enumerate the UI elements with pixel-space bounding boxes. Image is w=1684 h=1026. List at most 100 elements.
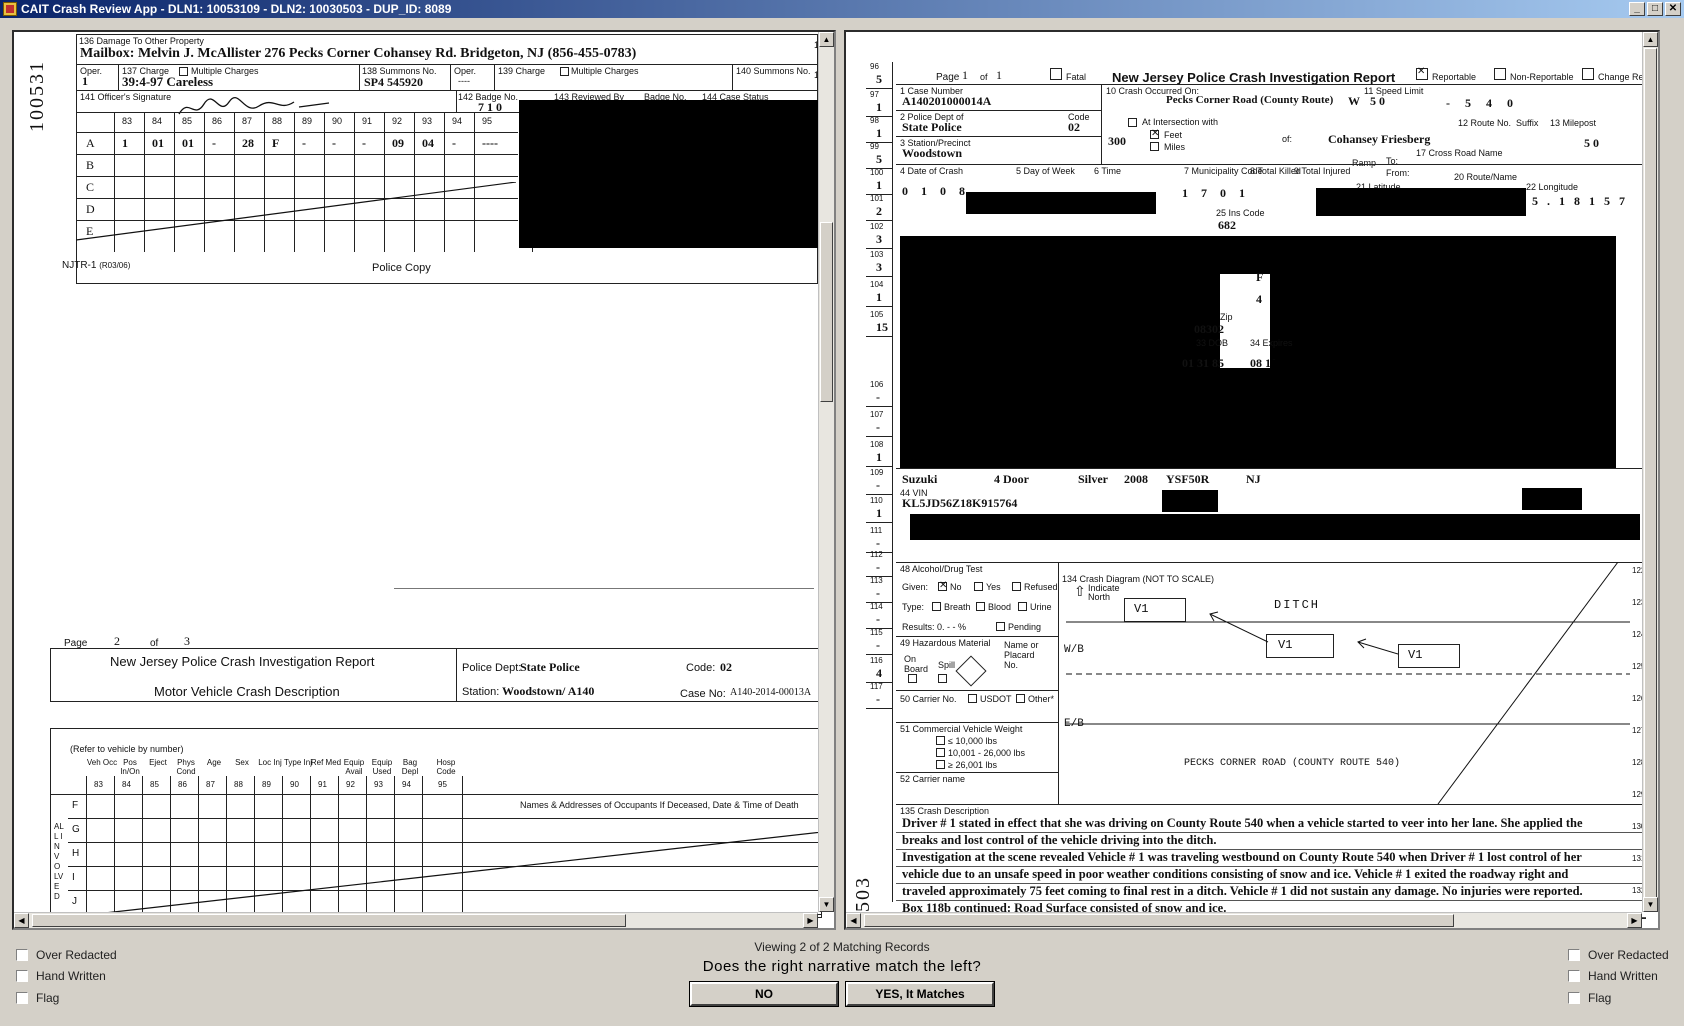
scroll-right-icon[interactable]: ▶ — [1627, 913, 1642, 928]
crash-on-value: Pecks Corner Road (County Route) — [1166, 94, 1334, 106]
redaction-block — [1522, 488, 1582, 510]
window-titlebar: CAIT Crash Review App - DLN1: 10053109 -… — [0, 0, 1684, 18]
scroll-up-icon[interactable]: ▲ — [1643, 32, 1658, 47]
direction-value: W — [1348, 94, 1360, 108]
right-of-label: of — [980, 72, 988, 82]
officer-signature-label: 141 Officer's Signature — [80, 92, 172, 102]
scroll-left-icon[interactable]: ◀ — [846, 913, 861, 928]
right-dept-value: State Police — [902, 120, 962, 134]
no-button[interactable]: NO — [689, 981, 839, 1007]
vehicle-plate: YSF50R — [1166, 472, 1210, 486]
row-number: 113 — [870, 576, 883, 585]
scroll-down-icon[interactable]: ▼ — [1643, 897, 1658, 912]
grid-col-header: 86 — [212, 116, 223, 126]
left-horizontal-scrollbar[interactable]: ◀ ▶ — [14, 912, 818, 928]
grid-col-header: 91 — [362, 116, 373, 126]
grid-col-header: 92 — [392, 116, 403, 126]
row-divider — [866, 306, 892, 307]
row-number: 116 — [870, 656, 883, 665]
occ-col-num: 85 — [150, 780, 159, 789]
right-over-redacted-checkbox[interactable]: Over Redacted — [1568, 948, 1669, 962]
scroll-left-icon[interactable]: ◀ — [14, 913, 29, 928]
scroll-down-icon[interactable]: ▼ — [819, 897, 834, 912]
form-id: NJTR-1 (R03/06) — [62, 260, 131, 271]
longitude-value: 5 . 1 8 1 5 7 — [1532, 194, 1628, 208]
redaction-block — [1162, 490, 1218, 512]
grid-hline — [76, 154, 518, 155]
cvw-option-1: ≤ 10,000 lbs — [948, 736, 997, 746]
grid-cell: ---- — [482, 136, 498, 150]
non-reportable-label: Non-Reportable — [1510, 72, 1574, 82]
left-flag-checkbox[interactable]: Flag — [16, 991, 59, 1005]
row-divider — [866, 336, 892, 337]
left-vertical-scrollbar[interactable]: ▲ ▼ — [818, 32, 834, 912]
occ-col-num: 92 — [346, 780, 355, 789]
left-hscroll-thumb[interactable] — [32, 914, 626, 927]
left-document-pane[interactable]: 100531 136 Damage To Other Property Mail… — [12, 30, 836, 930]
scroll-up-icon[interactable]: ▲ — [819, 32, 834, 47]
right-document-image: 503 96 5 97 1 98 1 99 5 100 1 101 2 102 3 103 3 104 1 105 1… — [846, 32, 1658, 928]
vehicle-body: 4 Door — [994, 472, 1029, 486]
right-document-pane[interactable]: 503 96 5 97 1 98 1 99 5 100 1 101 2 102 3 103 3 104 1 105 1… — [844, 30, 1660, 930]
vehicle-color: Silver — [1078, 472, 1108, 486]
right-station-value: Woodstown — [902, 146, 963, 160]
left-page-num: 2 — [114, 634, 120, 648]
grid-col-header: 84 — [152, 116, 163, 126]
right-hscroll-thumb[interactable] — [864, 914, 1454, 927]
close-button[interactable]: ✕ — [1665, 2, 1681, 16]
left-flag-label: Flag — [36, 991, 60, 1005]
left-caseno-value: A140-2014-00013A — [730, 687, 812, 698]
right-hand-written-checkbox[interactable]: Hand Written — [1568, 969, 1658, 983]
date-label: 4 Date of Crash — [900, 166, 964, 176]
pending-option: Pending — [1008, 622, 1042, 632]
charge139-label: 139 Charge — [498, 66, 546, 76]
left-vscroll-thumb[interactable] — [820, 222, 833, 402]
right-vscroll-thumb[interactable] — [1644, 48, 1657, 898]
right-horizontal-scrollbar[interactable]: ◀ ▶ — [846, 912, 1642, 928]
minimize-button[interactable]: _ — [1629, 2, 1645, 16]
cross-road-label: 17 Cross Road Name — [1416, 148, 1503, 158]
right-side-number: 503 — [852, 876, 874, 912]
cross-out-line — [76, 182, 516, 241]
crash-description-label: 135 Crash Description — [900, 806, 990, 816]
grid-col-header: 85 — [182, 116, 193, 126]
left-side-number: 100531 — [26, 60, 48, 132]
grid-cell: - — [362, 136, 366, 150]
right-flag-checkbox[interactable]: Flag — [1568, 991, 1611, 1005]
yes-matches-button[interactable]: YES, It Matches — [845, 981, 995, 1007]
vehicle-make: Suzuki — [902, 472, 938, 486]
suffix-label: Suffix — [1516, 118, 1539, 128]
label-136: 136 Damage To Other Property — [79, 36, 204, 46]
row-number: 99 — [870, 142, 879, 151]
grid-row-label: B — [86, 158, 95, 172]
row-divider — [866, 522, 892, 523]
results-label: Results: 0. - - % — [902, 622, 967, 632]
crash-description-line: Driver # 1 stated in effect that she was… — [902, 816, 1583, 830]
row-divider — [866, 708, 892, 709]
reportable-label: Reportable — [1432, 72, 1477, 82]
redaction-block — [1220, 236, 1270, 274]
row-number: 96 — [870, 62, 879, 71]
row-value: 3 — [876, 260, 882, 274]
hazmat-label: 49 Hazardous Material — [900, 638, 991, 648]
maximize-button[interactable]: □ — [1647, 2, 1663, 16]
scroll-right-icon[interactable]: ▶ — [803, 913, 818, 928]
grid-row-label: A — [86, 136, 95, 150]
right-vertical-scrollbar[interactable]: ▲ ▼ — [1642, 32, 1658, 912]
occ-col-num: 89 — [262, 780, 271, 789]
row-number: 97 — [870, 90, 879, 99]
eastbound-label: E/B — [1064, 718, 1084, 730]
crash-description-line: traveled approximately 75 feet coming to… — [902, 884, 1583, 898]
left-dept-label: Police Dept: — [462, 662, 522, 674]
all-involved-label: ALL INVOLVED — [54, 822, 64, 901]
occ-col-header: Hosp Code — [436, 758, 456, 776]
row-number: 111 — [870, 526, 883, 535]
mailbox-text: Mailbox: Melvin J. McAllister 276 Pecks … — [80, 46, 637, 61]
left-station-value: Woodstown/ A140 — [502, 684, 595, 698]
oper2-label: Oper. — [454, 66, 477, 76]
route-name-label: 20 Route/Name — [1454, 172, 1518, 182]
fatal-label: Fatal — [1066, 72, 1087, 82]
expires-label: 34 Expires — [1250, 338, 1293, 348]
from-label: From: — [1386, 168, 1410, 178]
redaction-block — [1270, 360, 1616, 468]
